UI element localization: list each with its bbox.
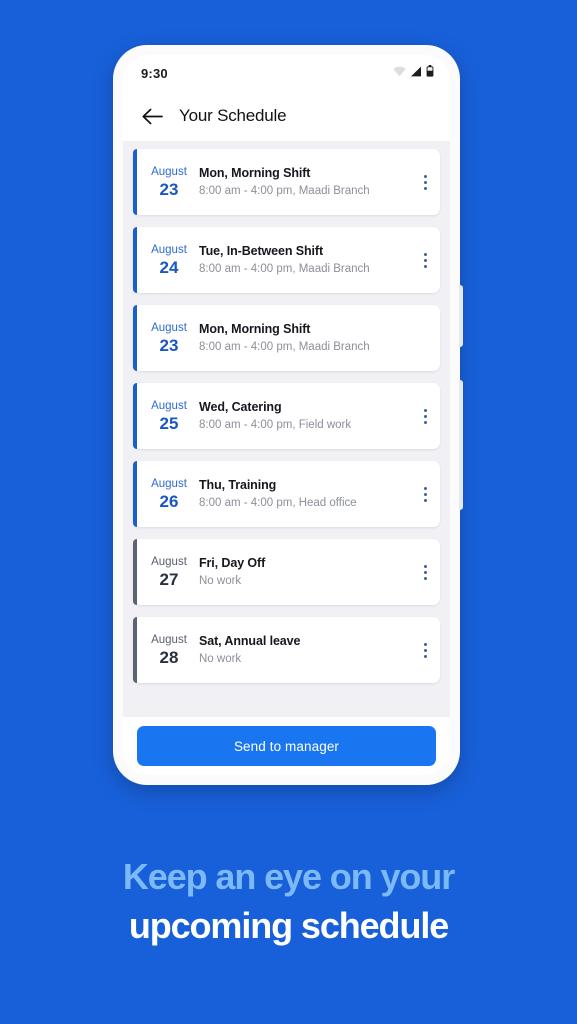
status-bar: 9:30 [123, 55, 450, 91]
schedule-card[interactable]: August 23 Mon, Morning Shift 8:00 am - 4:00… [133, 149, 440, 215]
bottom-action-bar: Send to manager [123, 717, 450, 775]
back-arrow-icon[interactable] [141, 105, 163, 127]
card-details: Wed, Catering 8:00 am - 4:00 pm, Field wo… [195, 398, 410, 434]
card-subtitle: 8:00 am - 4:00 pm, Maadi Branch [199, 263, 370, 275]
card-subtitle: 8:00 am - 4:00 pm, Maadi Branch [199, 185, 370, 197]
card-month-label: August [151, 244, 187, 256]
status-bar-clock: 9:30 [141, 65, 168, 81]
card-day-number: 25 [159, 414, 179, 433]
card-accent-bar [133, 461, 137, 527]
card-day-number: 23 [159, 336, 179, 355]
overflow-menu-icon[interactable] [410, 149, 440, 215]
overflow-menu-icon[interactable] [410, 539, 440, 605]
card-title: Wed, Catering [199, 400, 282, 414]
card-day-number: 27 [159, 570, 179, 589]
card-details: Fri, Day Off No work [195, 554, 410, 590]
app-bar: Your Schedule [123, 91, 450, 141]
card-details: Mon, Morning Shift 8:00 am - 4:00 pm, Maa… [195, 164, 410, 200]
card-title: Fri, Day Off [199, 556, 266, 570]
overflow-menu-icon[interactable] [410, 227, 440, 293]
card-day-number: 26 [159, 492, 179, 511]
card-details: Sat, Annual leave No work [195, 632, 410, 668]
card-date-block: August 26 [133, 476, 195, 512]
page-title: Your Schedule [179, 106, 287, 125]
cellular-signal-icon [410, 64, 422, 82]
card-date-block: August 23 [133, 164, 195, 200]
schedule-list[interactable]: August 23 Mon, Morning Shift 8:00 am - 4:00… [123, 141, 450, 717]
card-date-block: August 27 [133, 554, 195, 590]
card-accent-bar [133, 539, 137, 605]
card-month-label: August [151, 400, 187, 412]
promo-tagline: Keep an eye on your upcoming schedule [0, 852, 577, 950]
promo-tagline-line-1: Keep an eye on your [122, 856, 455, 897]
card-accent-bar [133, 227, 137, 293]
schedule-card[interactable]: August 24 Tue, In-Between Shift 8:00 am - 4… [133, 227, 440, 293]
schedule-card[interactable]: August 28 Sat, Annual leave No work [133, 617, 440, 683]
card-title: Mon, Morning Shift [199, 166, 311, 180]
send-to-manager-button[interactable]: Send to manager [137, 726, 436, 766]
card-accent-bar [133, 305, 137, 371]
card-accent-bar [133, 149, 137, 215]
card-subtitle: 8:00 am - 4:00 pm, Field work [199, 419, 352, 431]
schedule-card[interactable]: August 26 Thu, Training 8:00 am - 4:00 pm, … [133, 461, 440, 527]
card-month-label: August [151, 634, 187, 646]
card-date-block: August 24 [133, 242, 195, 278]
card-date-block: August 23 [133, 320, 195, 356]
card-accent-bar [133, 383, 137, 449]
phone-power-button[interactable] [459, 380, 463, 510]
card-subtitle: 8:00 am - 4:00 pm, Head office [199, 497, 357, 509]
battery-icon [426, 64, 434, 82]
card-details: Thu, Training 8:00 am - 4:00 pm, Head off… [195, 476, 410, 512]
card-title: Mon, Morning Shift [199, 322, 311, 336]
card-date-block: August 25 [133, 398, 195, 434]
card-month-label: August [151, 556, 187, 568]
card-day-number: 28 [159, 648, 179, 667]
card-title: Tue, In-Between Shift [199, 244, 324, 258]
card-details: Mon, Morning Shift 8:00 am - 4:00 pm, Maa… [195, 320, 410, 356]
phone-device-frame: 9:30 Your Schedule August 23 Mon, Mornin… [113, 45, 463, 785]
overflow-menu-icon[interactable] [410, 383, 440, 449]
wifi-icon [393, 64, 406, 82]
schedule-card[interactable]: August 27 Fri, Day Off No work [133, 539, 440, 605]
phone-screen: 9:30 Your Schedule August 23 Mon, Mornin… [123, 55, 450, 775]
card-month-label: August [151, 322, 187, 334]
promo-tagline-line-2: upcoming schedule [128, 905, 449, 946]
card-day-number: 23 [159, 180, 179, 199]
card-subtitle: No work [199, 575, 242, 587]
schedule-card[interactable]: August 25 Wed, Catering 8:00 am - 4:00 pm, … [133, 383, 440, 449]
card-month-label: August [151, 478, 187, 490]
card-month-label: August [151, 166, 187, 178]
phone-volume-button[interactable] [459, 285, 463, 347]
card-title: Thu, Training [199, 478, 277, 492]
card-title: Sat, Annual leave [199, 634, 301, 648]
overflow-menu-icon[interactable] [410, 617, 440, 683]
card-details: Tue, In-Between Shift 8:00 am - 4:00 pm, … [195, 242, 410, 278]
overflow-menu-icon[interactable] [410, 461, 440, 527]
card-accent-bar [133, 617, 137, 683]
card-subtitle: No work [199, 653, 242, 665]
card-subtitle: 8:00 am - 4:00 pm, Maadi Branch [199, 341, 370, 353]
schedule-card[interactable]: August 23 Mon, Morning Shift 8:00 am - 4:00… [133, 305, 440, 371]
status-bar-icons [393, 64, 434, 82]
card-date-block: August 28 [133, 632, 195, 668]
card-day-number: 24 [159, 258, 179, 277]
